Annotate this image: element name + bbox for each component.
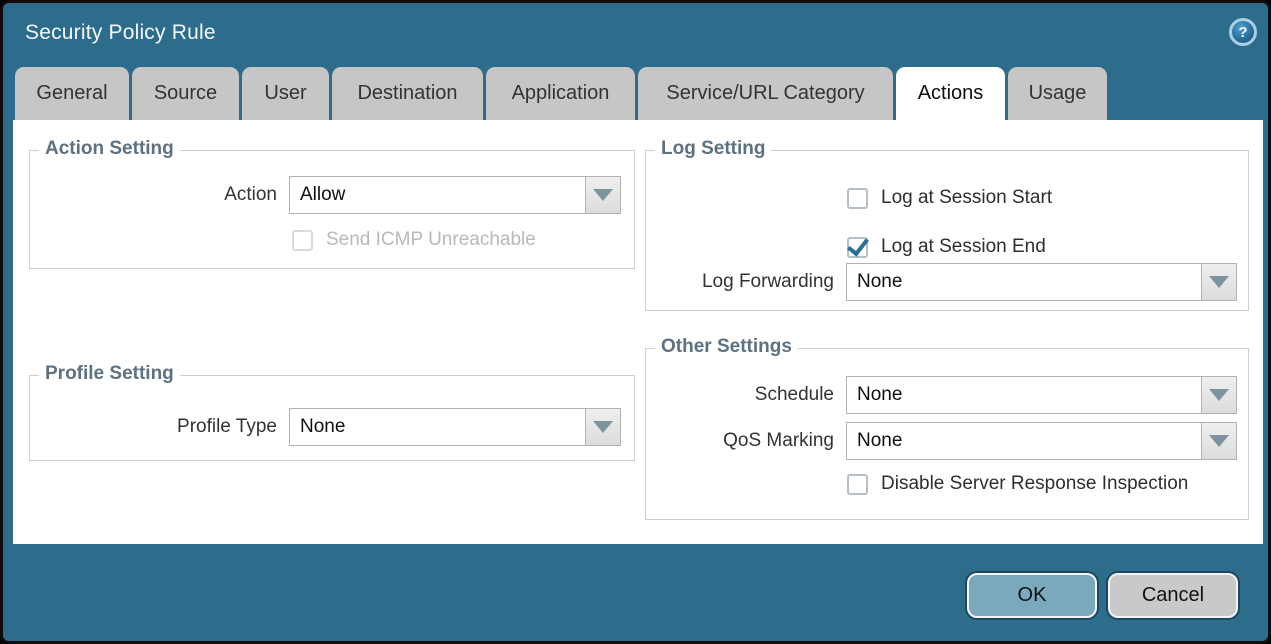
dsri-checkbox[interactable] bbox=[847, 474, 868, 495]
action-dropdown-value[interactable]: Allow bbox=[289, 176, 586, 214]
dialog-title: Security Policy Rule bbox=[25, 21, 216, 45]
log-session-start-checkbox[interactable] bbox=[847, 188, 868, 209]
ok-button[interactable]: OK bbox=[967, 573, 1097, 618]
qos-marking-dropdown[interactable]: None bbox=[846, 422, 1237, 460]
log-forwarding-dropdown-button[interactable] bbox=[1202, 263, 1237, 301]
tab-application[interactable]: Application bbox=[486, 67, 635, 120]
tab-source[interactable]: Source bbox=[132, 67, 239, 120]
qos-marking-label: QoS Marking bbox=[646, 422, 834, 460]
action-setting-legend: Action Setting bbox=[39, 138, 180, 160]
schedule-label: Schedule bbox=[646, 376, 834, 414]
log-session-end-label: Log at Session End bbox=[881, 236, 1046, 258]
log-session-start-label: Log at Session Start bbox=[881, 187, 1052, 209]
action-label: Action bbox=[30, 176, 277, 214]
security-policy-rule-dialog: Security Policy Rule ? General Source Us… bbox=[0, 0, 1271, 644]
qos-marking-dropdown-value[interactable]: None bbox=[846, 422, 1202, 460]
profile-setting-legend: Profile Setting bbox=[39, 363, 180, 385]
profile-type-dropdown[interactable]: None bbox=[289, 408, 621, 446]
qos-marking-dropdown-button[interactable] bbox=[1202, 422, 1237, 460]
log-setting-group: Log Setting Log at Session Start Log at … bbox=[645, 150, 1249, 311]
profile-type-dropdown-button[interactable] bbox=[586, 408, 621, 446]
tab-user[interactable]: User bbox=[242, 67, 329, 120]
tab-service-url-category[interactable]: Service/URL Category bbox=[638, 67, 893, 120]
chevron-down-icon bbox=[1209, 276, 1229, 288]
tab-destination[interactable]: Destination bbox=[332, 67, 483, 120]
schedule-dropdown[interactable]: None bbox=[846, 376, 1237, 414]
tab-bar: General Source User Destination Applicat… bbox=[15, 67, 1107, 120]
tab-usage[interactable]: Usage bbox=[1008, 67, 1107, 120]
log-session-start-row: Log at Session Start bbox=[847, 187, 1052, 209]
cancel-button[interactable]: Cancel bbox=[1108, 573, 1238, 618]
profile-type-label: Profile Type bbox=[30, 408, 277, 446]
content-panel: Action Setting Action Allow Send ICMP Un… bbox=[13, 120, 1263, 544]
profile-type-dropdown-value[interactable]: None bbox=[289, 408, 586, 446]
chevron-down-icon bbox=[593, 421, 613, 433]
help-icon[interactable]: ? bbox=[1229, 18, 1257, 46]
chevron-down-icon bbox=[593, 189, 613, 201]
profile-setting-group: Profile Setting Profile Type None bbox=[29, 375, 635, 461]
other-settings-group: Other Settings Schedule None QoS Marking… bbox=[645, 348, 1249, 520]
schedule-dropdown-value[interactable]: None bbox=[846, 376, 1202, 414]
help-icon-glyph: ? bbox=[1238, 24, 1247, 41]
log-forwarding-label: Log Forwarding bbox=[646, 263, 834, 301]
send-icmp-label: Send ICMP Unreachable bbox=[326, 229, 536, 251]
log-setting-legend: Log Setting bbox=[655, 138, 771, 160]
tab-actions[interactable]: Actions bbox=[896, 67, 1005, 120]
dsri-row: Disable Server Response Inspection bbox=[847, 473, 1188, 495]
tab-general[interactable]: General bbox=[15, 67, 129, 120]
chevron-down-icon bbox=[1209, 389, 1229, 401]
log-forwarding-dropdown-value[interactable]: None bbox=[846, 263, 1202, 301]
log-session-end-row: Log at Session End bbox=[847, 236, 1046, 258]
action-dropdown-button[interactable] bbox=[586, 176, 621, 214]
other-settings-legend: Other Settings bbox=[655, 336, 798, 358]
schedule-dropdown-button[interactable] bbox=[1202, 376, 1237, 414]
action-setting-group: Action Setting Action Allow Send ICMP Un… bbox=[29, 150, 635, 269]
chevron-down-icon bbox=[1209, 435, 1229, 447]
send-icmp-row: Send ICMP Unreachable bbox=[292, 229, 536, 251]
action-dropdown[interactable]: Allow bbox=[289, 176, 621, 214]
log-session-end-checkbox[interactable] bbox=[847, 237, 868, 258]
log-forwarding-dropdown[interactable]: None bbox=[846, 263, 1237, 301]
send-icmp-checkbox[interactable] bbox=[292, 230, 313, 251]
dsri-label: Disable Server Response Inspection bbox=[881, 473, 1188, 495]
